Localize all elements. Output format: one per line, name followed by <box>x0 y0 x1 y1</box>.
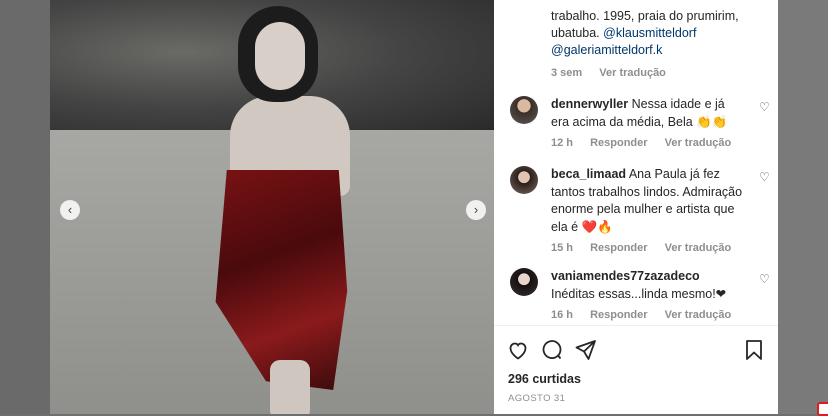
heart-icon[interactable] <box>506 338 530 362</box>
post-actions-bar: 296 curtidas AGOSTO 31 <box>494 325 778 415</box>
caption-translate-link[interactable]: Ver tradução <box>599 67 666 79</box>
photo-figure-leg <box>270 360 310 414</box>
comment-username[interactable]: vaniamendes77zazadeco <box>551 269 700 283</box>
reply-button[interactable]: Responder <box>590 137 647 149</box>
comment-body: vaniamendes77zazadeco Inéditas essas...l… <box>551 268 746 325</box>
comment-username[interactable]: dennerwyller <box>551 97 628 111</box>
avatar[interactable] <box>510 268 538 296</box>
post-photo[interactable]: ‹ › <box>50 0 494 414</box>
caption: trabalho. 1995, praia do prumirim, ubatu… <box>551 8 761 82</box>
post-date: AGOSTO 31 <box>508 393 566 404</box>
translate-link[interactable]: Ver tradução <box>665 137 732 149</box>
share-icon[interactable] <box>574 338 598 362</box>
comment-username[interactable]: beca_limaad <box>551 167 626 181</box>
bookmark-icon[interactable] <box>742 338 766 362</box>
comment-body: beca_limaad Ana Paula já fez tantos trab… <box>551 166 746 258</box>
caption-tag-klaus[interactable]: @klausmitteldorf <box>603 26 696 40</box>
caption-line1: trabalho. 1995, praia do prumirim, <box>551 9 739 23</box>
comment-time: 12 h <box>551 137 574 149</box>
right-backdrop <box>778 0 828 414</box>
next-photo-button[interactable]: › <box>466 200 486 220</box>
translate-link[interactable]: Ver tradução <box>665 309 732 321</box>
comment-text: Inéditas essas...linda mesmo!❤ <box>551 286 727 301</box>
instagram-post: ‹ › trabalho. 1995, praia do prumirim, u… <box>50 0 778 414</box>
comment-icon[interactable] <box>540 338 564 362</box>
photo-figure-face <box>255 22 305 90</box>
comment-time: 16 h <box>551 309 574 321</box>
comment-time: 15 h <box>551 242 574 254</box>
avatar[interactable] <box>510 96 538 124</box>
reply-button[interactable]: Responder <box>590 242 647 254</box>
reply-button[interactable]: Responder <box>590 309 647 321</box>
like-comment-icon[interactable]: ♡ <box>759 101 771 113</box>
comments-list: trabalho. 1995, praia do prumirim, ubatu… <box>494 0 778 325</box>
likes-count[interactable]: 296 curtidas <box>508 372 581 386</box>
caption-tag-galeria[interactable]: @galeriamitteldorf.k <box>551 43 662 57</box>
translate-link[interactable]: Ver tradução <box>665 242 732 254</box>
like-comment-icon[interactable]: ♡ <box>759 273 771 285</box>
like-comment-icon[interactable]: ♡ <box>759 171 771 183</box>
avatar[interactable] <box>510 166 538 194</box>
caption-time: 3 sem <box>551 67 583 79</box>
comment-body: dennerwyller Nessa idade e já era acima … <box>551 96 746 153</box>
caption-line2: ubatuba. <box>551 26 600 40</box>
prev-photo-button[interactable]: ‹ <box>60 200 80 220</box>
post-sidebar: trabalho. 1995, praia do prumirim, ubatu… <box>494 0 778 414</box>
